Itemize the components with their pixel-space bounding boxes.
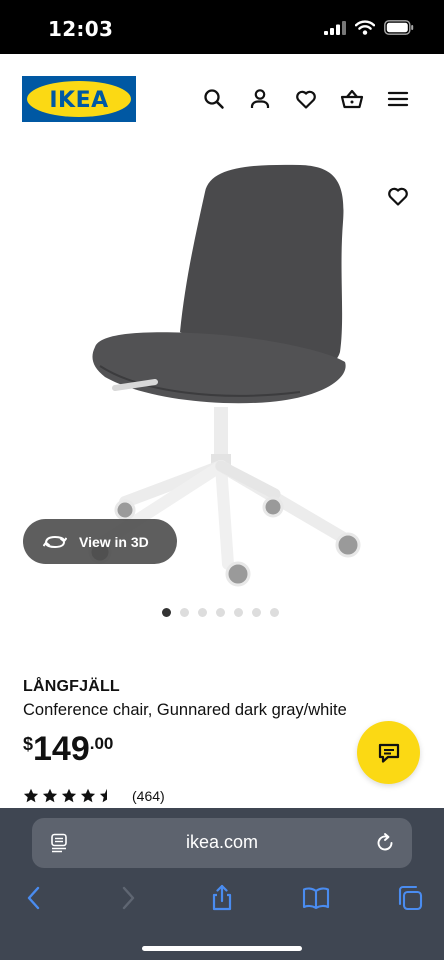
chat-button[interactable] xyxy=(357,721,420,784)
wifi-icon xyxy=(355,20,375,35)
reload-icon[interactable] xyxy=(374,832,396,854)
add-to-favorites-heart-icon[interactable] xyxy=(386,184,410,208)
address-bar[interactable]: ikea.com xyxy=(32,818,412,868)
home-indicator xyxy=(142,946,302,951)
price-currency: $ xyxy=(23,734,34,754)
product-description: Conference chair, Gunnared dark gray/whi… xyxy=(23,701,347,719)
status-icons xyxy=(324,20,414,35)
rating-star-icon xyxy=(42,788,58,803)
carousel-dot[interactable] xyxy=(252,608,261,617)
chat-bubble-icon xyxy=(378,743,399,763)
status-time: 12:03 xyxy=(48,17,114,41)
share-icon[interactable] xyxy=(208,884,236,912)
back-icon[interactable] xyxy=(20,884,48,912)
product-name[interactable]: LÅNGFJÄLL xyxy=(23,678,120,696)
cellular-signal-icon xyxy=(324,20,346,35)
carousel-dot[interactable] xyxy=(216,608,225,617)
account-icon[interactable] xyxy=(248,87,272,111)
shopping-basket-icon[interactable] xyxy=(340,87,364,111)
url-text[interactable]: ikea.com xyxy=(32,832,412,853)
rating-star-icon xyxy=(80,788,96,803)
bookmarks-icon[interactable] xyxy=(302,884,330,912)
carousel-dot[interactable] xyxy=(234,608,243,617)
browser-nav-row xyxy=(0,880,444,916)
hamburger-menu-icon[interactable] xyxy=(386,87,410,111)
review-count[interactable]: (464) xyxy=(132,788,165,804)
tabs-icon[interactable] xyxy=(396,884,424,912)
price-cents: .00 xyxy=(89,734,114,753)
battery-icon xyxy=(384,20,414,35)
status-bar: 12:03 xyxy=(0,0,444,54)
rating-star-icon xyxy=(61,788,77,803)
product-rating[interactable]: (464) xyxy=(23,788,165,804)
header-icons xyxy=(202,87,410,111)
rotate-3d-icon xyxy=(43,535,67,548)
price-main: 149 xyxy=(33,730,90,768)
rating-stars xyxy=(23,788,107,803)
carousel-dots[interactable] xyxy=(162,608,279,617)
view-in-3d-label: View in 3D xyxy=(79,533,149,550)
carousel-dot[interactable] xyxy=(162,608,171,617)
carousel-dot[interactable] xyxy=(180,608,189,617)
ikea-logo[interactable]: IKEA xyxy=(22,76,136,122)
carousel-dot[interactable] xyxy=(270,608,279,617)
favorites-icon[interactable] xyxy=(294,87,318,111)
product-price: $ 149 .00 xyxy=(23,730,113,768)
search-icon[interactable] xyxy=(202,87,226,111)
product-image-gallery[interactable]: View in 3D xyxy=(0,146,444,600)
rating-star-icon xyxy=(99,788,107,803)
site-header: IKEA xyxy=(0,54,444,146)
browser-toolbar: ikea.com xyxy=(0,808,444,960)
svg-text:IKEA: IKEA xyxy=(49,88,108,113)
rating-star-icon xyxy=(23,788,39,803)
forward-icon[interactable] xyxy=(114,884,142,912)
view-in-3d-button[interactable]: View in 3D xyxy=(23,519,177,564)
carousel-dot[interactable] xyxy=(198,608,207,617)
